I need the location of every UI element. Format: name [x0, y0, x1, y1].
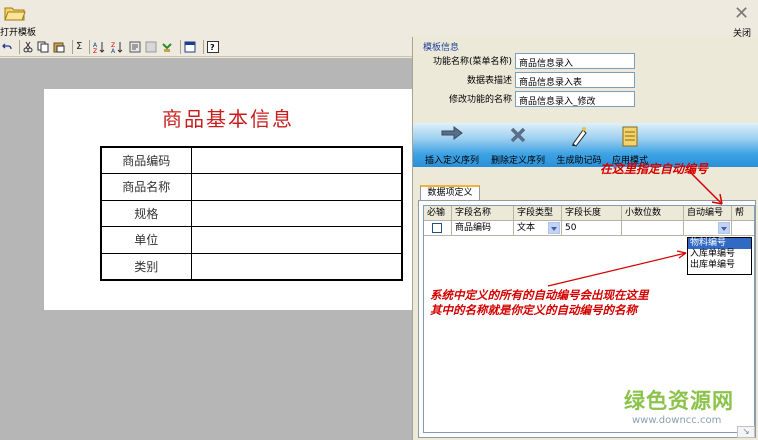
close-button[interactable]: ✕ 关闭	[728, 2, 758, 40]
auto-number-dropdown: 物料编号 入库单编号 出库单编号	[687, 237, 752, 275]
function-name-input[interactable]: 商品信息录入	[515, 52, 635, 69]
tab-data-fields[interactable]: 数据项定义	[420, 185, 480, 201]
generate-mnemonic-label: 生成助记码	[556, 156, 602, 166]
info-label: 修改功能的名称	[448, 95, 512, 105]
toolbar-separator	[203, 39, 205, 54]
delete-sequence-button[interactable]: 删除定义序列	[487, 123, 549, 167]
form-field-value[interactable]	[190, 252, 403, 280]
sort-descending-icon[interactable]: ZA	[111, 39, 125, 55]
callout-bottom-line2: 其中的名称就是你定义的自动编号的名称	[430, 303, 637, 317]
toolbar-separator	[180, 39, 182, 54]
form-row: 类别	[100, 252, 403, 280]
form-field-value[interactable]	[190, 173, 403, 201]
info-row-function-name: 功能名称(菜单名称) 商品信息录入	[418, 52, 635, 69]
arrow-right-icon	[441, 126, 463, 140]
form-field-label: 类别	[100, 252, 192, 280]
dropdown-option[interactable]: 物料编号	[688, 238, 751, 249]
svg-text:Z: Z	[93, 48, 97, 53]
generate-mnemonic-button[interactable]: 生成助记码	[553, 123, 605, 167]
column-header[interactable]: 字段长度	[562, 206, 622, 221]
required-checkbox[interactable]	[432, 223, 442, 233]
form-title: 商品基本信息	[162, 107, 294, 131]
form-field-label: 商品名称	[100, 173, 192, 201]
watermark-url: www.downcc.com	[632, 415, 722, 426]
modify-function-name-input[interactable]: 商品信息录入_修改	[515, 90, 635, 107]
decimal-places-cell[interactable]	[622, 221, 684, 236]
help-cell	[732, 221, 754, 236]
close-icon: ✕	[734, 3, 750, 24]
filter-icon[interactable]	[129, 39, 141, 55]
form-field-value[interactable]	[190, 146, 403, 174]
sum-icon[interactable]: Σ	[76, 39, 82, 55]
open-template-button[interactable]: 打开模板	[0, 2, 40, 38]
column-header[interactable]: 字段类型	[514, 206, 562, 221]
field-length-cell[interactable]: 50	[562, 221, 622, 236]
editor-toolbar: Σ AZ ZA ?	[0, 37, 412, 57]
paste-icon[interactable]	[53, 39, 65, 55]
top-bar: 打开模板 ✕ 关闭	[0, 0, 758, 40]
delete-sequence-label: 删除定义序列	[490, 156, 545, 166]
grid-header: 必输 字段名称 字段类型 字段长度 小数位数 自动编号 帮	[424, 206, 754, 221]
resize-grip-icon[interactable]: ↘	[737, 426, 755, 438]
delete-x-icon	[510, 127, 526, 143]
copy-icon[interactable]	[37, 39, 49, 55]
watermark-text: 绿色资源网	[624, 389, 734, 413]
toolbar-separator	[89, 39, 91, 54]
form-row: 规格	[100, 199, 403, 227]
form-fields-table: 商品编码 商品名称 规格 单位 类别	[100, 146, 403, 281]
callout-bottom-line1: 系统中定义的所有的自动编号会出现在这里	[430, 288, 649, 302]
chevron-down-icon[interactable]	[718, 222, 730, 234]
column-header[interactable]: 小数位数	[622, 206, 684, 221]
help-icon[interactable]: ?	[207, 39, 220, 55]
sort-ascending-icon[interactable]: AZ	[93, 39, 107, 55]
document-icon	[622, 126, 638, 147]
form-preview: 商品基本信息 商品编码 商品名称 规格 单位 类别	[44, 89, 412, 310]
required-cell	[424, 221, 452, 236]
properties-icon[interactable]	[145, 39, 157, 55]
field-type-select[interactable]: 文本	[514, 221, 562, 236]
toolbar-separator	[72, 39, 73, 54]
insert-sequence-label: 插入定义序列	[424, 156, 479, 166]
insert-sequence-button[interactable]: 插入定义序列	[421, 123, 483, 167]
table-row: 商品编码 文本 50	[424, 221, 754, 236]
window-icon[interactable]	[184, 39, 196, 55]
column-header[interactable]: 必输	[424, 206, 452, 221]
column-header[interactable]: 自动编号	[684, 206, 732, 221]
form-field-value[interactable]	[190, 199, 403, 227]
info-label: 数据表描述	[466, 76, 512, 86]
column-header[interactable]: 帮	[732, 206, 754, 221]
toolbar-separator	[19, 39, 20, 54]
dropdown-option[interactable]: 入库单编号	[688, 249, 751, 260]
form-field-label: 单位	[100, 226, 192, 254]
dropdown-option[interactable]: 出库单编号	[688, 260, 751, 271]
table-description-input[interactable]: 商品信息录入表	[515, 71, 635, 88]
svg-text:?: ?	[210, 43, 215, 52]
template-info-group: 模板信息 功能名称(菜单名称) 商品信息录入 数据表描述 商品信息录入表 修改功…	[418, 40, 754, 108]
form-field-value[interactable]	[190, 226, 403, 254]
import-icon[interactable]	[161, 39, 173, 55]
callout-top: 在这里指定自动编号	[600, 162, 709, 176]
form-row: 商品名称	[100, 173, 403, 201]
auto-number-select[interactable]	[684, 221, 732, 236]
form-field-label: 商品编码	[100, 146, 192, 174]
form-row: 商品编码	[100, 146, 403, 174]
chevron-down-icon[interactable]	[548, 222, 560, 234]
form-row: 单位	[100, 226, 403, 254]
folder-open-icon	[4, 7, 26, 21]
svg-text:A: A	[111, 48, 116, 53]
undo-icon[interactable]	[2, 39, 12, 55]
field-name-cell[interactable]: 商品编码	[452, 221, 514, 236]
field-type-value: 文本	[517, 223, 536, 233]
watermark: 绿色资源网 www.downcc.com	[624, 385, 752, 426]
column-header[interactable]: 字段名称	[452, 206, 514, 221]
info-row-table-desc: 数据表描述 商品信息录入表	[418, 71, 635, 88]
design-canvas: 商品基本信息 商品编码 商品名称 规格 单位 类别	[0, 58, 412, 440]
info-label: 功能名称(菜单名称)	[432, 57, 512, 67]
info-row-modify-name: 修改功能的名称 商品信息录入_修改	[418, 90, 635, 107]
form-field-label: 规格	[100, 199, 192, 227]
cut-icon[interactable]	[23, 39, 33, 55]
pen-icon	[572, 127, 587, 147]
